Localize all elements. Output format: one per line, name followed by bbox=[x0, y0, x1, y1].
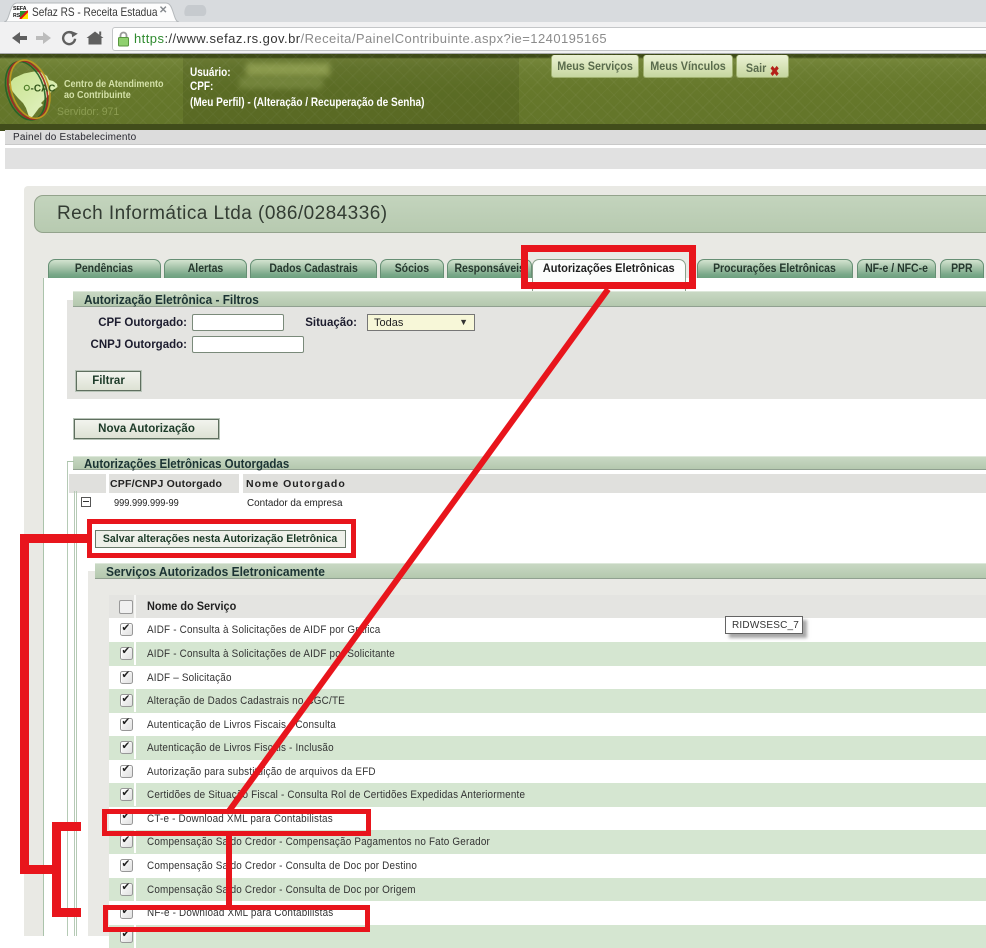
svg-text:-CAC: -CAC bbox=[31, 84, 56, 95]
